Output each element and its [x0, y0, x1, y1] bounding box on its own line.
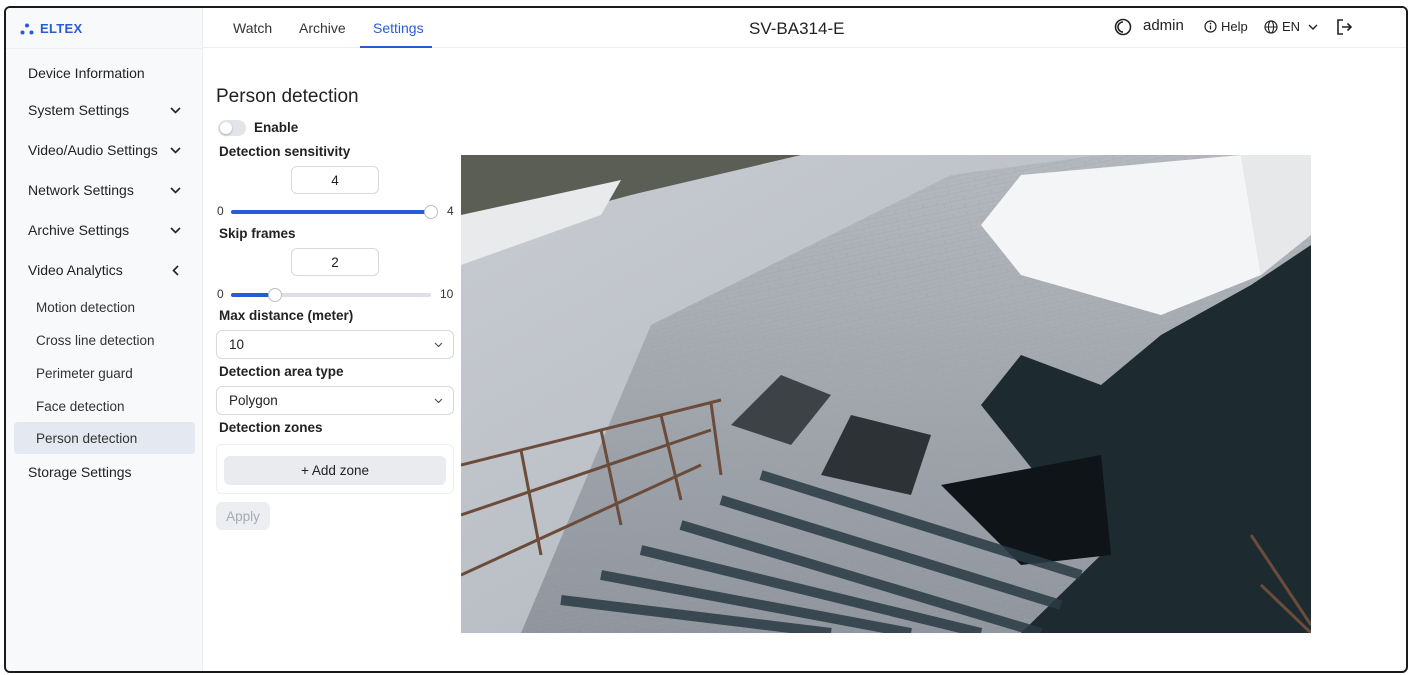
zones-label: Detection zones	[219, 420, 323, 435]
enable-toggle[interactable]	[218, 120, 246, 136]
sidebar-item-storage-settings[interactable]: Storage Settings	[14, 456, 195, 488]
sidebar-subitem-face-detection[interactable]: Face detection	[14, 390, 195, 422]
logout-icon	[1337, 19, 1353, 35]
active-tab-indicator	[360, 46, 432, 48]
sidebar-item-video-audio-settings[interactable]: Video/Audio Settings	[14, 134, 195, 166]
chevron-left-icon	[169, 264, 181, 276]
camera-preview[interactable]	[461, 155, 1311, 633]
sidebar-item-label: Video Analytics	[28, 262, 123, 278]
sidebar-item-label: Storage Settings	[28, 464, 132, 480]
help-label: Help	[1221, 19, 1248, 34]
chevron-down-icon	[169, 104, 181, 116]
skip-frames-label: Skip frames	[219, 226, 296, 241]
sensitivity-slider[interactable]	[231, 205, 438, 219]
divider	[6, 48, 203, 49]
sidebar-subitem-label: Cross line detection	[36, 332, 155, 348]
eltex-logo-icon	[20, 23, 34, 34]
max-distance-select[interactable]: 10	[216, 330, 454, 359]
sidebar-subitem-perimeter-guard[interactable]: Perimeter guard	[14, 357, 195, 389]
sensitivity-min: 0	[217, 204, 224, 218]
sidebar-subitem-label: Face detection	[36, 398, 125, 414]
sensitivity-max: 4	[447, 204, 454, 218]
language-select[interactable]: EN	[1264, 19, 1318, 34]
chevron-down-icon	[434, 342, 443, 347]
logout-button[interactable]	[1336, 18, 1353, 36]
zones-panel: + Add zone	[216, 444, 454, 494]
apply-button[interactable]: Apply	[216, 502, 270, 530]
globe-icon	[1264, 19, 1278, 34]
sidebar-subitem-person-detection[interactable]: Person detection	[14, 422, 195, 454]
area-type-select[interactable]: Polygon	[216, 386, 454, 415]
sidebar-subitem-label: Person detection	[36, 430, 138, 446]
device-title: SV-BA314-E	[749, 19, 845, 38]
username: admin	[1143, 17, 1184, 34]
tab-settings[interactable]: Settings	[373, 8, 424, 48]
tab-label: Settings	[373, 20, 424, 36]
add-zone-button[interactable]: + Add zone	[224, 456, 446, 485]
page-title: Person detection	[216, 86, 359, 107]
chevron-down-icon	[434, 398, 443, 403]
user-menu[interactable]: admin	[1143, 17, 1184, 34]
area-type-label: Detection area type	[219, 364, 344, 379]
tab-archive[interactable]: Archive	[299, 8, 346, 48]
sensitivity-label: Detection sensitivity	[219, 144, 351, 159]
sidebar-item-network-settings[interactable]: Network Settings	[14, 174, 195, 206]
sidebar: ELTEX Device Information System Settings…	[6, 8, 203, 671]
sidebar-item-label: Video/Audio Settings	[28, 142, 158, 158]
skip-frames-min: 0	[217, 287, 224, 301]
enable-label: Enable	[254, 120, 299, 135]
sidebar-subitem-label: Perimeter guard	[36, 365, 133, 381]
chevron-down-icon	[169, 224, 181, 236]
skip-frames-slider[interactable]	[231, 288, 431, 302]
sidebar-subitem-cross-line-detection[interactable]: Cross line detection	[14, 324, 195, 356]
chevron-down-icon	[1308, 24, 1318, 30]
logo-text: ELTEX	[40, 21, 83, 36]
tab-watch[interactable]: Watch	[233, 8, 272, 48]
skip-frames-max: 10	[440, 287, 454, 301]
info-icon	[1204, 20, 1217, 33]
sidebar-item-system-settings[interactable]: System Settings	[14, 94, 195, 126]
sensitivity-input[interactable]: 4	[291, 166, 379, 194]
app-window: ELTEX Device Information System Settings…	[4, 6, 1408, 673]
sidebar-item-label: Network Settings	[28, 182, 134, 198]
sidebar-item-label: Archive Settings	[28, 222, 130, 238]
slider-handle[interactable]	[424, 205, 438, 219]
sidebar-item-archive-settings[interactable]: Archive Settings	[14, 214, 195, 246]
logo[interactable]: ELTEX	[20, 21, 82, 36]
sidebar-item-label: Device Information	[28, 65, 145, 81]
sidebar-subitem-motion-detection[interactable]: Motion detection	[14, 291, 195, 323]
camera-image	[461, 155, 1311, 633]
chevron-down-icon	[169, 144, 181, 156]
sidebar-item-device-information[interactable]: Device Information	[14, 57, 195, 89]
skip-frames-input[interactable]: 2	[291, 248, 379, 276]
slider-handle[interactable]	[268, 288, 282, 302]
max-distance-label: Max distance (meter)	[219, 308, 354, 323]
sidebar-item-video-analytics[interactable]: Video Analytics	[14, 254, 195, 286]
chevron-down-icon	[169, 184, 181, 196]
top-header: Watch Archive Settings SV-BA314-E admin …	[203, 8, 1406, 48]
theme-moon-icon	[1114, 18, 1132, 36]
select-value: 10	[229, 337, 245, 352]
sidebar-item-label: System Settings	[28, 102, 130, 118]
theme-toggle-button[interactable]	[1114, 18, 1132, 36]
slider-fill	[231, 210, 431, 214]
help-button[interactable]: Help	[1204, 19, 1248, 34]
language-label: EN	[1282, 19, 1301, 34]
select-value: Polygon	[229, 393, 278, 408]
tab-label: Watch	[233, 20, 273, 36]
sidebar-subitem-label: Motion detection	[36, 299, 136, 315]
tab-label: Archive	[299, 20, 346, 36]
add-zone-label: + Add zone	[301, 463, 369, 478]
